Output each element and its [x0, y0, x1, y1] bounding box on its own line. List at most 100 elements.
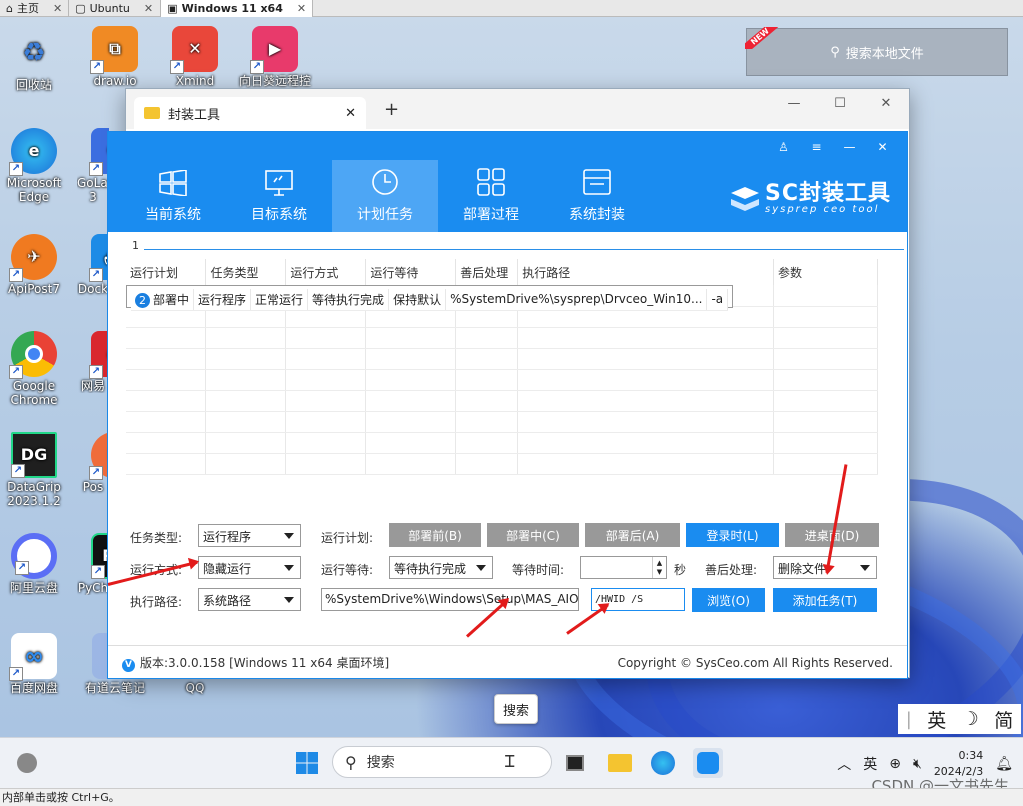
desktop-icon-label: DataGrip 2023.1.2 — [7, 480, 61, 508]
table-row — [126, 327, 878, 349]
ime-script[interactable]: 简 — [994, 706, 1013, 733]
page-marker: 1 — [132, 239, 139, 252]
run-mode-select[interactable]: 隐藏运行 — [198, 556, 301, 579]
chevron-up-icon[interactable]: ︿ — [837, 754, 851, 774]
tab-system-package[interactable]: 系统封装 — [544, 160, 650, 232]
desktop-icon-sunlogin[interactable]: ▶ ↗ 向日葵远程控 — [237, 26, 313, 92]
desktop-icon-docker[interactable]: ⛴↗ Dock — [77, 234, 109, 296]
plan-login-button[interactable]: 登录时(L) — [686, 523, 779, 547]
shortcut-arrow-icon: ↗ — [15, 561, 29, 575]
run-wait-label: 运行等待: — [321, 563, 374, 577]
widget-search-label: 搜索本地文件 — [845, 46, 924, 62]
host-tab-home[interactable]: ⌂ 主页 ✕ — [0, 0, 70, 17]
task-type-select[interactable]: 运行程序 — [198, 524, 301, 547]
exec-path-type-select[interactable]: 系统路径 — [198, 588, 301, 611]
table-cell: %SystemDrive%\sysprep\Drvceo_Win10... — [445, 289, 708, 311]
ime-handle[interactable]: | — [906, 709, 912, 730]
volume-icon[interactable]: 🔇︎ — [913, 756, 922, 772]
tab-scheduled-tasks[interactable]: 计划任务 — [332, 160, 438, 232]
desktop-icon-netease[interactable]: ◎↗ 网易 — [77, 331, 109, 393]
desktop-icon-aliyundrive[interactable]: ↗ 阿里云盘 — [0, 533, 72, 595]
logo-subtitle: sysprep ceo tool — [765, 204, 880, 215]
text-cursor-icon: Ꮖ — [504, 752, 516, 771]
column-header[interactable]: 运行等待 — [365, 259, 457, 285]
column-header[interactable]: 运行计划 — [126, 259, 207, 285]
host-tab-windows11[interactable]: ▣ Windows 11 x64 ✕ — [161, 0, 314, 17]
maximize-icon[interactable]: ☐ — [817, 89, 863, 117]
notification-icon[interactable]: 🔔︎ — [995, 756, 1013, 772]
user-icon[interactable]: ♙ — [767, 138, 800, 156]
edge-icon[interactable] — [648, 748, 678, 778]
monitor-icon — [265, 170, 293, 196]
host-tab-ubuntu[interactable]: ▢ Ubuntu ✕ — [69, 0, 162, 17]
shortcut-arrow-icon: ↗ — [90, 60, 104, 74]
desktop-icon-label: PyCh — [77, 581, 109, 595]
moon-icon[interactable]: ☽ — [962, 708, 979, 730]
minimize-icon[interactable]: — — [833, 138, 866, 156]
desktop-icon-chrome[interactable]: ↗ Google Chrome — [0, 331, 72, 407]
wait-time-input[interactable]: ▲ ▼ — [580, 556, 667, 579]
column-header[interactable]: 善后处理 — [455, 259, 519, 285]
weather-icon[interactable] — [12, 748, 42, 778]
desktop-icon-postman[interactable]: P↗ Pos — [77, 432, 109, 494]
edge-icon: e ↗ — [9, 128, 57, 176]
desktop-icon-recycle-bin[interactable]: ♻ 回收站 — [0, 30, 72, 92]
column-header[interactable]: 参数 — [773, 259, 878, 285]
network-icon[interactable]: ⊕ — [889, 756, 901, 772]
plan-during-deploy-button[interactable]: 部署中(C) — [487, 523, 579, 547]
shortcut-arrow-icon: ↗ — [9, 268, 23, 282]
chevron-down-icon — [860, 565, 870, 571]
desktop-icon-goland[interactable]: G↗ GoLand 3 — [77, 128, 109, 204]
close-icon[interactable]: ✕ — [345, 106, 356, 121]
desktop-icon-drawio[interactable]: ⧉ ↗ draw.io — [77, 26, 153, 92]
minimize-icon[interactable]: — — [771, 89, 817, 117]
sc-logo-icon — [731, 186, 759, 211]
folder-icon — [144, 107, 160, 119]
browse-button[interactable]: 浏览(O) — [692, 588, 765, 612]
tray-language[interactable]: 英 — [863, 754, 877, 774]
shortcut-arrow-icon: ↗ — [89, 162, 103, 176]
desktop-icon-datagrip[interactable]: DG ↗ DataGrip 2023.1.2 — [0, 432, 72, 508]
stepper-icon[interactable]: ▲ ▼ — [652, 557, 666, 578]
close-icon[interactable]: ✕ — [863, 89, 909, 117]
table-row[interactable]: 2 部署中 运行程序 正常运行 等待执行完成 保持默认 %SystemDrive%… — [126, 285, 734, 311]
add-task-button[interactable]: 添加任务(T) — [773, 588, 877, 612]
close-icon[interactable]: ✕ — [53, 2, 62, 15]
desktop-icon-label: Google Chrome — [10, 379, 58, 407]
new-tab-button[interactable]: + — [384, 99, 399, 120]
column-header[interactable]: 执行路径 — [517, 259, 774, 285]
menu-icon[interactable]: ≡ — [800, 138, 833, 156]
desktop-icon-label: Dock — [77, 282, 109, 296]
desktop-icon-label: Pos — [82, 480, 104, 494]
host-tab-label: Ubuntu — [89, 1, 130, 15]
desktop-icon-pycharm[interactable]: PC↗ PyCh — [77, 533, 109, 595]
explorer-tab[interactable]: 封装工具 ✕ — [134, 97, 366, 129]
run-wait-select[interactable]: 等待执行完成 — [389, 556, 493, 579]
desktop-icon-baidunetdisk[interactable]: ∞ ↗ 百度网盘 — [0, 633, 72, 695]
tab-target-system[interactable]: 目标系统 — [226, 160, 332, 232]
plan-before-deploy-button[interactable]: 部署前(B) — [389, 523, 481, 547]
taskbar-search[interactable]: ⚲ 搜索 Ꮖ — [332, 746, 552, 778]
local-search-widget[interactable]: NEW ⚲ 搜索本地文件 — [745, 27, 1008, 76]
close-icon[interactable]: ✕ — [866, 138, 899, 156]
desktop-icon-apipost[interactable]: ✈ ↗ ApiPost7 — [0, 234, 72, 296]
baidunetdisk-icon: ∞ ↗ — [9, 633, 57, 681]
plan-after-deploy-button[interactable]: 部署后(A) — [585, 523, 680, 547]
ime-language[interactable]: 英 — [927, 706, 946, 733]
file-explorer-icon[interactable] — [605, 748, 635, 778]
tab-deploy-process[interactable]: 部署过程 — [438, 160, 544, 232]
table-cell: 等待执行完成 — [307, 289, 390, 311]
start-icon[interactable] — [292, 748, 322, 778]
column-header[interactable]: 运行方式 — [285, 259, 367, 285]
new-badge: NEW — [745, 27, 781, 49]
desktop-icon-xmind[interactable]: ✕ ↗ Xmind — [157, 26, 233, 92]
column-header[interactable]: 任务类型 — [205, 259, 287, 285]
close-icon[interactable]: ✕ — [144, 2, 153, 15]
windows-icon — [159, 170, 187, 196]
close-icon[interactable]: ✕ — [297, 2, 306, 15]
exec-path-input[interactable]: %SystemDrive%\Windows\Setup\MAS_AIO_ — [321, 588, 579, 611]
tab-current-system[interactable]: 当前系统 — [120, 160, 226, 232]
task-view-icon[interactable] — [560, 748, 590, 778]
desktop-icon-edge[interactable]: e ↗ Microsoft Edge — [0, 128, 72, 204]
sc-tool-taskbar-icon[interactable] — [693, 748, 723, 778]
